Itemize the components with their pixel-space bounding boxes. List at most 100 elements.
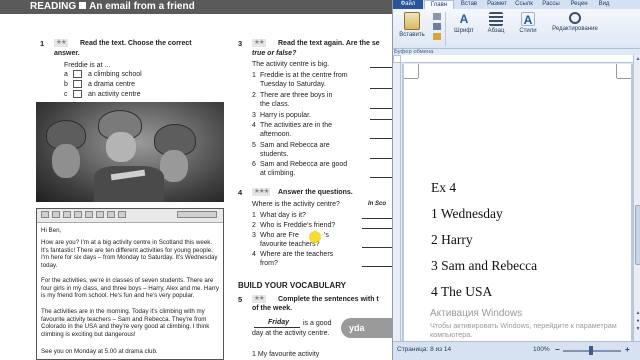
- tab-home[interactable]: Главн: [424, 0, 454, 9]
- find-icon: [569, 12, 581, 24]
- scroll-select-browse-icon[interactable]: ●: [634, 317, 640, 325]
- editing-button[interactable]: Редактирование: [547, 11, 603, 47]
- ex1-option-b: a drama centre: [88, 81, 136, 88]
- email-greeting: Hi Ben,: [41, 227, 62, 234]
- ex1-option-a: a climbing school: [88, 71, 142, 78]
- textbook-page: READING An email from a friend 1 ★★ Read …: [0, 0, 392, 360]
- vertical-ruler[interactable]: [393, 63, 401, 341]
- tab-mailings[interactable]: Рассы: [537, 0, 565, 9]
- document-area: Ex 4 1 Wednesday 2 Harry 3 Sam and Rebec…: [402, 64, 633, 341]
- tab-layout[interactable]: Размет: [483, 0, 511, 9]
- ex1-option-a-box[interactable]: [73, 70, 82, 78]
- scroll-thumb[interactable]: [635, 205, 640, 265]
- ex3-answer-line: [370, 177, 392, 178]
- ex4-instruction: Answer the questions.: [278, 189, 353, 196]
- scroll-page-down-icon[interactable]: ▼: [634, 325, 640, 333]
- zoom-slider-knob[interactable]: [589, 346, 593, 355]
- ex3-item-3: Harry is popular.: [260, 112, 311, 119]
- paste-label: Вставить: [399, 32, 425, 38]
- ex1-instruction: Read the text. Choose the correct: [80, 40, 192, 47]
- ex5-number: 5: [238, 295, 243, 304]
- email-paragraph-2: For the activities, we're in classes of …: [41, 277, 220, 300]
- ex3-example: The activity centre is big.: [252, 61, 330, 68]
- ex3-item-5-num: 5: [252, 142, 256, 149]
- doc-line-5: 4 The USA: [431, 284, 493, 299]
- ex4-item-1: What day is it?: [260, 212, 306, 219]
- tab-review[interactable]: Рецен: [565, 0, 593, 9]
- reading-header: READING An email from a friend: [0, 0, 392, 14]
- ex3-answer-line: [370, 158, 392, 159]
- cut-icon[interactable]: [433, 13, 441, 20]
- zoom-level[interactable]: 100%: [533, 346, 550, 353]
- ex3-item-1-num: 1: [252, 72, 256, 79]
- doc-line-3: 2 Harry: [431, 232, 473, 247]
- ex5-stars: ★★: [252, 295, 266, 303]
- paragraph-label: Абзац: [487, 28, 505, 34]
- scroll-page-up-icon[interactable]: ▲: [634, 309, 640, 317]
- ex4-item-3-num: 3: [252, 232, 256, 239]
- ex1-option-c-box[interactable]: [73, 90, 82, 98]
- climbing-photo: [36, 102, 224, 202]
- email-search-box: [177, 211, 217, 218]
- tab-file[interactable]: Файл: [393, 0, 423, 9]
- ex4-item-1-num: 1: [252, 212, 256, 219]
- email-reply-icon: [41, 211, 49, 218]
- doc-line-4: 3 Sam and Rebecca: [431, 258, 538, 273]
- email-print-icon: [74, 211, 82, 218]
- ex3-answer-line: [370, 119, 392, 120]
- email-next-icon: [107, 211, 115, 218]
- paste-button[interactable]: Вставить: [395, 11, 429, 47]
- tab-references[interactable]: Ссылк: [511, 0, 537, 9]
- ex3-item-1-cont: Tuesday to Saturday.: [260, 81, 326, 88]
- email-forward-icon: [63, 211, 71, 218]
- zoom-out-icon[interactable]: −: [555, 345, 560, 354]
- ex1-option-letter-a: a: [64, 71, 68, 78]
- scroll-up-icon[interactable]: ▲: [634, 55, 640, 63]
- format-painter-icon[interactable]: [433, 33, 441, 40]
- ex4-number: 4: [238, 188, 243, 197]
- screen: READING An email from a friend 1 ★★ Read …: [0, 0, 640, 360]
- ex5-example-line-2: day at the activity centre.: [252, 330, 330, 337]
- email-toolbar: [37, 209, 223, 223]
- copy-icon[interactable]: [433, 23, 441, 30]
- email-paragraph-4: See you on Monday at 5.00 at drama club.: [41, 348, 158, 355]
- styles-label: Стили: [519, 28, 537, 34]
- page-count-status[interactable]: Страница: 8 из 14: [397, 346, 451, 353]
- ex3-item-2-cont: the class.: [260, 101, 290, 108]
- email-paragraph-3: The activities are in the morning. Today…: [41, 308, 210, 338]
- styles-button[interactable]: A Стили: [513, 11, 543, 47]
- activation-watermark-text: Чтобы активировать Windows, перейдите к …: [430, 321, 617, 339]
- document-page[interactable]: Ex 4 1 Wednesday 2 Harry 3 Sam and Rebec…: [404, 64, 631, 341]
- paragraph-button[interactable]: Абзац: [481, 11, 511, 47]
- email-window: Hi Ben, How are you? I'm at a big activi…: [36, 208, 224, 360]
- tab-insert[interactable]: Встав: [455, 0, 483, 9]
- zoom-in-icon[interactable]: +: [625, 345, 630, 354]
- clipboard-icon: [404, 12, 420, 30]
- ex4-item-3-tail: 's: [324, 232, 329, 239]
- paragraph-icon: [489, 12, 503, 26]
- ex5-instruction-2: of the week.: [252, 305, 293, 312]
- ex4-example-answer: In Sco: [368, 201, 387, 207]
- ex1-instruction-2: answer.: [54, 50, 80, 57]
- ex3-item-4-num: 4: [252, 122, 256, 129]
- ex3-number: 3: [238, 39, 243, 48]
- ex1-option-letter-c: c: [64, 91, 68, 98]
- ex3-item-2-num: 2: [252, 92, 256, 99]
- ex1-number: 1: [40, 39, 45, 48]
- ex3-instruction-2: true or false?: [252, 50, 297, 57]
- tab-view[interactable]: Вид: [593, 0, 615, 9]
- ruler-corner[interactable]: [393, 55, 401, 63]
- email-delete-icon: [85, 211, 93, 218]
- ex1-option-b-box[interactable]: [73, 80, 82, 88]
- ex3-item-3-num: 3: [252, 112, 256, 119]
- styles-icon: A: [521, 12, 535, 27]
- ex5-example-rest: is a good: [303, 320, 332, 327]
- email-paragraph-1: How are you? I'm at a big activity centr…: [41, 239, 218, 269]
- font-button[interactable]: A Шрифт: [449, 11, 479, 47]
- horizontal-ruler[interactable]: [401, 55, 633, 63]
- ex3-answer-line: [370, 67, 392, 68]
- word-window: Файл Главн Встав Размет Ссылк Рассы Реце…: [392, 0, 640, 360]
- vertical-scrollbar[interactable]: ▲ ▲ ● ▼: [633, 55, 640, 341]
- ex1-option-c: an activity centre: [88, 91, 141, 98]
- email-address-icon: [118, 211, 126, 218]
